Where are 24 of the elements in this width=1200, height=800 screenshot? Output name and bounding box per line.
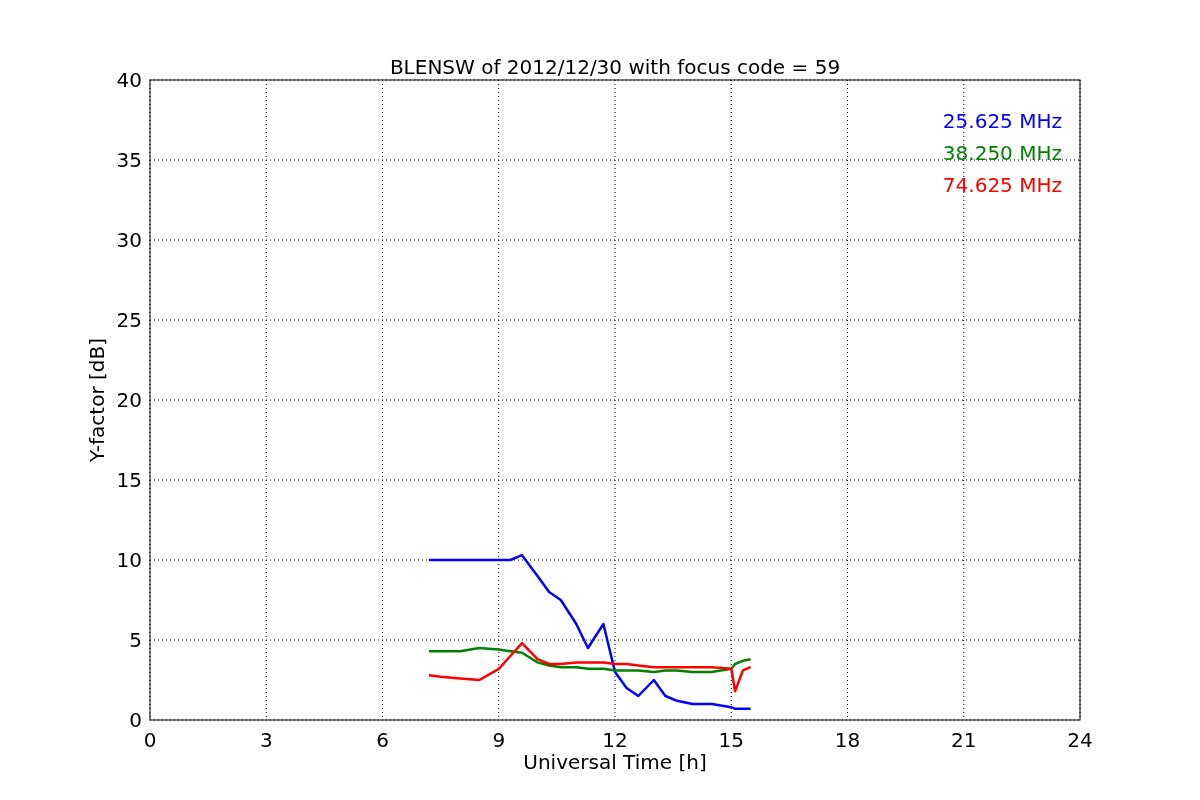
- y-tick-label: 35: [116, 148, 142, 172]
- x-tick-label: 15: [718, 728, 744, 752]
- x-tick-label: 12: [602, 728, 628, 752]
- y-tick-label: 25: [116, 308, 142, 332]
- x-tick-label: 6: [376, 728, 389, 752]
- y-tick-label: 0: [129, 708, 142, 732]
- y-axis-label: Y-factor [dB]: [85, 338, 109, 462]
- y-tick-label: 10: [116, 548, 142, 572]
- x-tick-label: 21: [951, 728, 977, 752]
- x-tick-label: 0: [143, 728, 157, 752]
- x-tick-label: 9: [492, 728, 506, 752]
- y-tick-label: 20: [116, 388, 142, 412]
- x-tick-label: 3: [259, 728, 273, 752]
- y-tick-label: 5: [129, 628, 142, 652]
- y-tick-label: 30: [116, 228, 142, 252]
- legend-entry: 38.250 MHz: [942, 141, 1062, 165]
- y-tick-label: 15: [116, 468, 142, 492]
- chart-title: BLENSW of 2012/12/30 with focus code = 59: [389, 55, 841, 79]
- legend-entry: 25.625 MHz: [942, 109, 1062, 133]
- y-tick-label: 40: [116, 68, 142, 92]
- legend-entry: 74.625 MHz: [942, 173, 1062, 197]
- x-tick-label: 18: [834, 728, 861, 752]
- x-tick-label: 24: [1067, 728, 1093, 752]
- x-axis-label: Universal Time [h]: [523, 750, 707, 774]
